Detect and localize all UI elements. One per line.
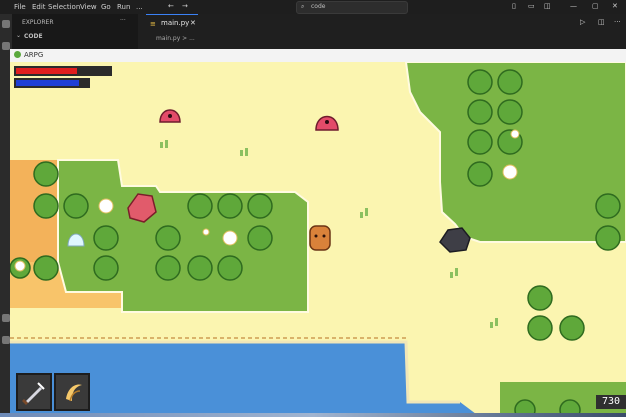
claw-icon xyxy=(66,384,82,402)
game-world xyxy=(10,61,626,417)
maximize-icon[interactable]: ▢ xyxy=(592,2,599,10)
account-icon[interactable] xyxy=(2,314,10,322)
layout-icon[interactable]: ▯ xyxy=(512,2,516,10)
ability-slot-magic[interactable] xyxy=(54,373,90,411)
energy-bar-fill xyxy=(16,80,80,86)
close-icon[interactable]: ✕ xyxy=(612,2,618,10)
explorer-panel: EXPLORER ··· ⌄ CODE xyxy=(12,14,138,50)
command-search[interactable]: ⌕ code xyxy=(296,1,408,14)
game-window: ARPG 730 xyxy=(10,49,626,417)
menu-go[interactable]: Go xyxy=(101,3,111,11)
tab-close-icon[interactable]: ✕ xyxy=(190,19,196,27)
health-bar xyxy=(14,66,112,76)
menu-run[interactable]: Run xyxy=(117,3,130,11)
ability-slot-weapon[interactable] xyxy=(16,373,52,411)
menu-more[interactable]: ... xyxy=(136,3,143,11)
split-icon[interactable]: ◫ xyxy=(544,2,551,10)
explorer-more-icon[interactable]: ··· xyxy=(120,17,126,24)
nav-forward-icon[interactable]: → xyxy=(182,2,188,10)
minimize-icon[interactable]: — xyxy=(570,2,577,10)
explorer-section-code[interactable]: CODE xyxy=(24,33,43,40)
menu-view[interactable]: View xyxy=(80,3,97,11)
player-character xyxy=(309,225,331,251)
health-bar-fill xyxy=(16,68,78,74)
menu-edit[interactable]: Edit xyxy=(32,3,46,11)
search-text: code xyxy=(311,3,326,10)
ide-titlebar: File Edit Selection View Go Run ... ← → … xyxy=(0,0,626,14)
panel-icon[interactable]: ▭ xyxy=(528,2,535,10)
game-canvas[interactable]: 730 xyxy=(10,61,626,417)
editor-tabs: ≡ main.py ✕ ▷ ◫ ··· xyxy=(138,14,626,33)
files-icon[interactable] xyxy=(2,20,10,28)
run-icon[interactable]: ▷ xyxy=(580,18,585,26)
editor-more-icon[interactable]: ··· xyxy=(614,18,621,26)
menu-selection[interactable]: Selection xyxy=(48,3,80,11)
search-icon: ⌕ xyxy=(301,3,305,10)
taskbar-strip xyxy=(0,413,626,417)
nav-back-icon[interactable]: ← xyxy=(168,2,174,10)
score-counter: 730 xyxy=(596,395,626,409)
settings-icon[interactable] xyxy=(2,336,10,344)
breadcrumb: main.py > ... xyxy=(138,32,626,50)
tab-main-py[interactable]: ≡ main.py ✕ xyxy=(146,14,198,33)
energy-bar xyxy=(14,78,90,88)
menu-file[interactable]: File xyxy=(14,3,26,11)
explorer-title: EXPLORER xyxy=(22,19,54,26)
tab-label: main.py xyxy=(161,19,190,27)
sword-icon xyxy=(22,382,45,405)
search-sidebar-icon[interactable] xyxy=(2,42,10,50)
python-file-icon: ≡ xyxy=(150,20,156,28)
breadcrumb-text[interactable]: main.py > ... xyxy=(156,35,195,42)
split-editor-icon[interactable]: ◫ xyxy=(598,18,605,26)
game-window-title: ARPG xyxy=(24,51,44,59)
chevron-down-icon[interactable]: ⌄ xyxy=(16,32,21,39)
app-icon xyxy=(14,51,21,58)
game-titlebar: ARPG xyxy=(10,49,626,63)
